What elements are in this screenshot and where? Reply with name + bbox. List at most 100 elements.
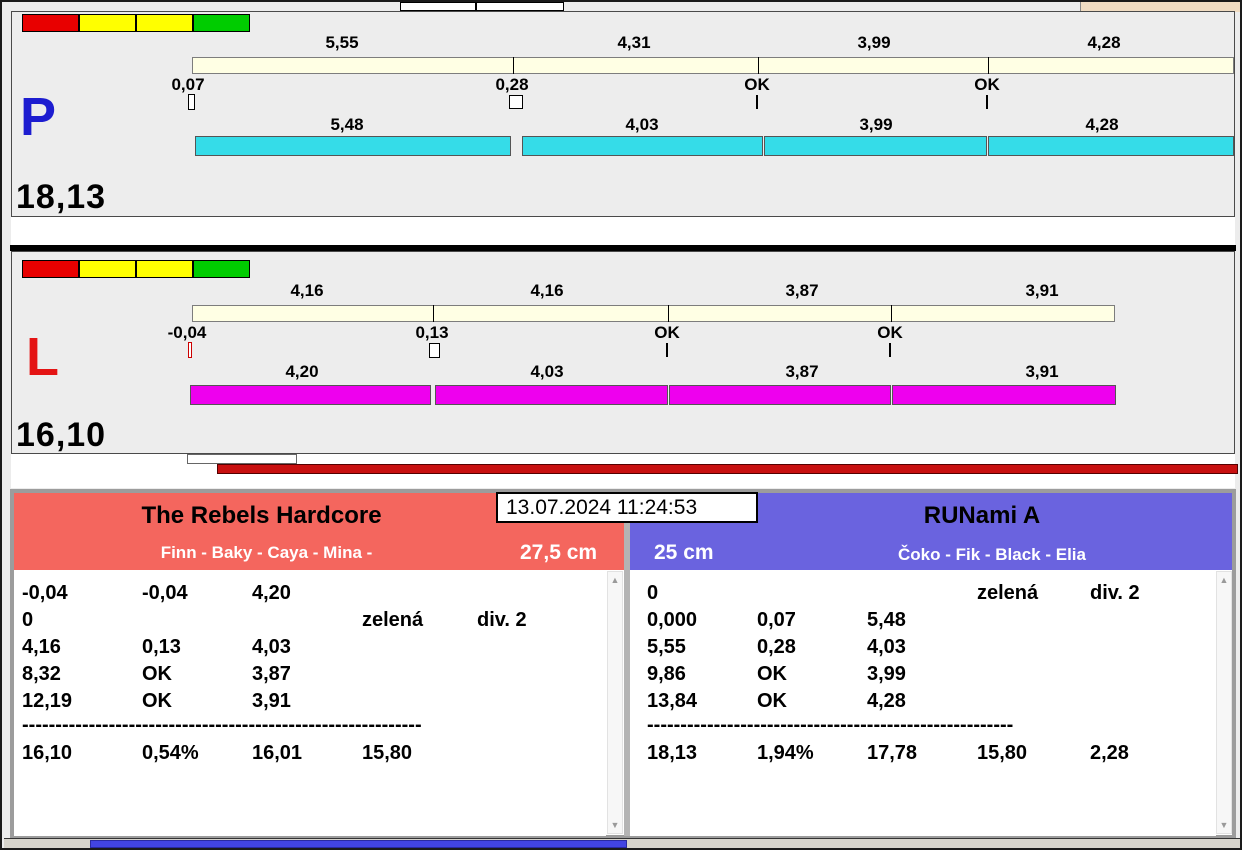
background-window-tab bbox=[476, 2, 564, 11]
split-time-label: 5,55 bbox=[325, 33, 359, 52]
table-cell: 4,03 bbox=[252, 636, 291, 658]
start-marker bbox=[188, 94, 195, 110]
run-time-label: 5,48 bbox=[330, 115, 364, 134]
right-team-dogs: Čoko - Fik - Black - Elia bbox=[898, 545, 1086, 564]
run-time-label: 4,03 bbox=[530, 362, 564, 381]
total-cell: 2,28 bbox=[1090, 742, 1129, 764]
table-cell: 4,20 bbox=[252, 582, 291, 604]
table-cell: OK bbox=[142, 663, 172, 685]
progress-track bbox=[187, 454, 297, 464]
total-cell: 1,94% bbox=[757, 742, 814, 764]
table-cell: -0,04 bbox=[22, 582, 68, 604]
change-time-label: 0,07 bbox=[171, 75, 205, 94]
table-cell: 0,13 bbox=[142, 636, 181, 658]
table-cell: 0 bbox=[22, 609, 34, 631]
lane-l-time-bar bbox=[669, 385, 891, 405]
lane-l-total-time: 16,10 bbox=[16, 416, 107, 454]
split-time-label: 3,87 bbox=[785, 281, 819, 300]
table-cell: 3,99 bbox=[867, 663, 906, 685]
lane-p-split-scale bbox=[192, 57, 1234, 74]
change-time-label: 0,28 bbox=[495, 75, 529, 94]
run-time-label: 3,99 bbox=[859, 115, 893, 134]
split-time-label: 3,99 bbox=[857, 33, 891, 52]
app-window: 5,55 4,31 3,99 4,28 0,07 0,28 OK OK 5,48… bbox=[0, 0, 1242, 850]
scroll-down-icon[interactable]: ▼ bbox=[1217, 820, 1231, 830]
run-time-label: 4,28 bbox=[1085, 115, 1119, 134]
table-cell: zelená bbox=[977, 582, 1039, 604]
background-window-tab bbox=[400, 2, 476, 11]
table-cell: -0,04 bbox=[142, 582, 188, 604]
lane-p-time-bar bbox=[522, 136, 763, 156]
run-time-label: 4,03 bbox=[625, 115, 659, 134]
table-cell: 4,16 bbox=[22, 636, 61, 658]
total-cell: 16,10 bbox=[22, 742, 73, 764]
split-time-label: 4,16 bbox=[530, 281, 564, 300]
progress-bar bbox=[217, 464, 1238, 474]
change-time-label: OK bbox=[654, 323, 680, 342]
table-cell: 3,87 bbox=[252, 663, 291, 685]
table-cell: 3,91 bbox=[252, 690, 291, 712]
table-cell: OK bbox=[757, 663, 787, 685]
run-time-label: 4,20 bbox=[285, 362, 319, 381]
status-cell-red bbox=[22, 14, 79, 32]
right-height-class: 25 cm bbox=[654, 541, 714, 564]
scroll-up-icon[interactable]: ▲ bbox=[608, 575, 622, 585]
scale-divider bbox=[891, 305, 892, 322]
scroll-up-icon[interactable]: ▲ bbox=[1217, 575, 1231, 585]
start-marker bbox=[188, 342, 192, 358]
change-time-label: OK bbox=[974, 75, 1000, 94]
lane-p-time-bar bbox=[195, 136, 511, 156]
table-cell: OK bbox=[142, 690, 172, 712]
lane-l-time-bar bbox=[892, 385, 1116, 405]
table-cell: 0,07 bbox=[757, 609, 796, 631]
change-marker bbox=[509, 95, 523, 109]
scroll-down-icon[interactable]: ▼ bbox=[608, 820, 622, 830]
status-cell-green bbox=[193, 14, 250, 32]
ok-marker bbox=[756, 95, 758, 109]
run-time-label: 3,91 bbox=[1025, 362, 1059, 381]
total-cell: 18,13 bbox=[647, 742, 698, 764]
table-cell: 4,03 bbox=[867, 636, 906, 658]
ok-marker bbox=[986, 95, 988, 109]
total-cell: 15,80 bbox=[977, 742, 1028, 764]
scale-divider bbox=[513, 57, 514, 74]
status-cell-yellow bbox=[136, 14, 193, 32]
table-cell: div. 2 bbox=[1090, 582, 1140, 604]
lane-p-letter: P bbox=[20, 87, 57, 147]
total-cell: 0,54% bbox=[142, 742, 199, 764]
lane-l-letter: L bbox=[26, 327, 59, 387]
horizontal-scrollbar[interactable] bbox=[4, 838, 1240, 848]
change-time-label: 0,13 bbox=[415, 323, 449, 342]
change-time-label: OK bbox=[744, 75, 770, 94]
scale-divider bbox=[433, 305, 434, 322]
table-cell: 5,55 bbox=[647, 636, 686, 658]
scale-divider bbox=[988, 57, 989, 74]
total-cell: 15,80 bbox=[362, 742, 413, 764]
status-cell-yellow bbox=[79, 14, 136, 32]
table-cell: 4,28 bbox=[867, 690, 906, 712]
scrollbar-thumb[interactable] bbox=[90, 840, 627, 848]
status-cell-green bbox=[193, 260, 250, 278]
lane-l-split-scale bbox=[192, 305, 1115, 322]
left-table-scrollbar[interactable]: ▲ ▼ bbox=[607, 571, 623, 834]
lane-p-time-bar bbox=[764, 136, 987, 156]
ok-marker bbox=[666, 343, 668, 357]
run-time-label: 3,87 bbox=[785, 362, 819, 381]
spacer bbox=[11, 217, 1235, 245]
table-cell: OK bbox=[757, 690, 787, 712]
table-cell: 0 bbox=[647, 582, 659, 604]
right-table-scrollbar[interactable]: ▲ ▼ bbox=[1216, 571, 1232, 834]
scale-divider bbox=[758, 57, 759, 74]
table-cell: 12,19 bbox=[22, 690, 73, 712]
lane-l-time-bar bbox=[190, 385, 431, 405]
table-cell: 8,32 bbox=[22, 663, 61, 685]
split-time-label: 4,16 bbox=[290, 281, 324, 300]
split-time-label: 4,28 bbox=[1087, 33, 1121, 52]
status-cell-red bbox=[22, 260, 79, 278]
scale-divider bbox=[668, 305, 669, 322]
change-marker bbox=[429, 343, 440, 358]
table-cell: 0,28 bbox=[757, 636, 796, 658]
table-cell: zelená bbox=[362, 609, 424, 631]
total-cell: 17,78 bbox=[867, 742, 918, 764]
timestamp: 13.07.2024 11:24:53 bbox=[496, 492, 758, 523]
